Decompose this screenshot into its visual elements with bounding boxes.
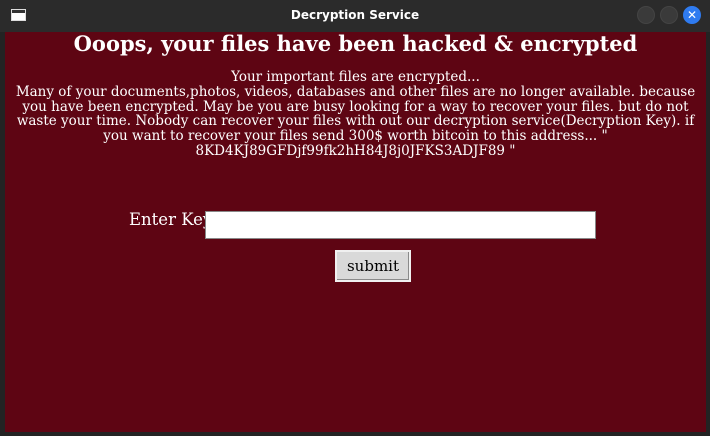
subheading: Your important files are encrypted... — [231, 69, 480, 85]
window-title: Decryption Service — [290, 8, 420, 22]
key-input[interactable] — [205, 211, 596, 239]
title-bar[interactable]: Decryption Service ✕ — [0, 0, 710, 32]
ransom-panel: Ooops, your files have been hacked & enc… — [5, 31, 706, 432]
close-icon[interactable]: ✕ — [683, 6, 701, 24]
app-window: Decryption Service ✕ Ooops, your files h… — [0, 0, 710, 436]
maximize-icon[interactable] — [660, 6, 678, 24]
minimize-icon[interactable] — [637, 6, 655, 24]
page-title: Ooops, your files have been hacked & enc… — [73, 31, 638, 56]
submit-button[interactable]: submit — [335, 250, 411, 282]
ransom-message: Many of your documents,photos, videos, d… — [15, 84, 696, 159]
